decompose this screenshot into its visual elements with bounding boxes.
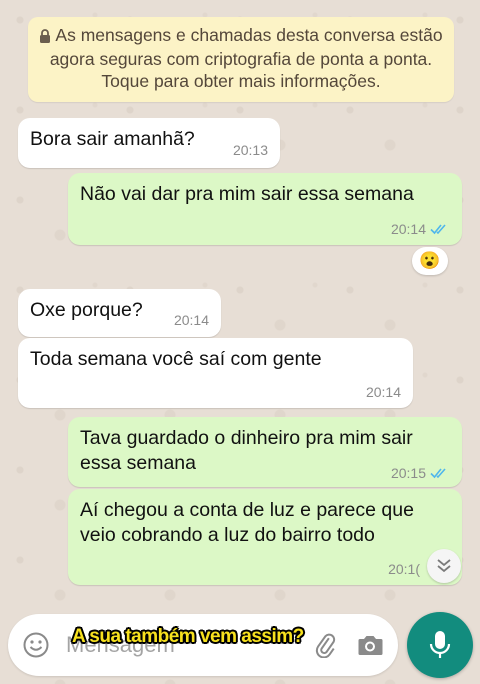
message-bubble[interactable]: Bora sair amanhã? 20:13 xyxy=(18,118,280,168)
mic-icon xyxy=(429,631,451,658)
message-time: 20:13 xyxy=(232,142,268,158)
encryption-notice-text: As mensagens e chamadas desta conversa e… xyxy=(49,25,443,91)
reaction-badge[interactable]: 😮 xyxy=(412,247,448,275)
message-time: 20:14 xyxy=(365,384,401,400)
message-bubble[interactable]: Tava guardado o dinheiro pra mim sair es… xyxy=(68,417,462,487)
scroll-to-bottom-button[interactable] xyxy=(427,549,461,583)
read-ticks-icon xyxy=(430,468,446,479)
message-text: Bora sair amanhã? xyxy=(30,128,195,150)
camera-icon[interactable] xyxy=(356,632,384,658)
message-time: 20:14 xyxy=(390,221,426,237)
message-line: Aí chegou a conta de luz e parece que xyxy=(80,499,414,521)
voice-message-button[interactable] xyxy=(407,612,473,678)
message-bubble[interactable]: Toda semana você saí com gente 20:14 xyxy=(18,338,413,408)
message-line: essa semana xyxy=(80,452,196,474)
message-time: 20:15 xyxy=(390,465,426,481)
conversation[interactable]: As mensagens e chamadas desta conversa e… xyxy=(0,0,480,610)
message-line: veio cobrando a luz do bairro todo xyxy=(80,524,375,546)
message-text: Oxe porque? xyxy=(30,299,143,321)
attach-icon[interactable] xyxy=(312,632,338,659)
message-line: Tava guardado o dinheiro pra mim sair xyxy=(80,427,413,449)
message-time: 20:1( xyxy=(388,561,420,577)
message-bubble[interactable]: Não vai dar pra mim sair essa semana 20:… xyxy=(68,173,462,245)
message-time: 20:14 xyxy=(173,312,209,328)
read-ticks-icon xyxy=(430,224,446,235)
message-bubble[interactable]: Oxe porque? 20:14 xyxy=(18,289,221,337)
emoji-icon[interactable] xyxy=(22,631,50,659)
reaction-emoji: 😮 xyxy=(419,251,441,270)
lock-icon xyxy=(39,26,51,48)
video-caption: A sua também vem assim? xyxy=(72,626,304,647)
chevron-down-icon xyxy=(437,559,451,573)
message-text: Tava guardado o dinheiro pra mim sair es… xyxy=(80,426,413,476)
message-text: Toda semana você saí com gente xyxy=(30,348,322,370)
message-text: Não vai dar pra mim sair essa semana xyxy=(80,183,414,205)
encryption-notice[interactable]: As mensagens e chamadas desta conversa e… xyxy=(28,17,454,102)
message-bubble[interactable]: Aí chegou a conta de luz e parece que ve… xyxy=(68,489,462,585)
message-text: Aí chegou a conta de luz e parece que ve… xyxy=(80,498,414,548)
